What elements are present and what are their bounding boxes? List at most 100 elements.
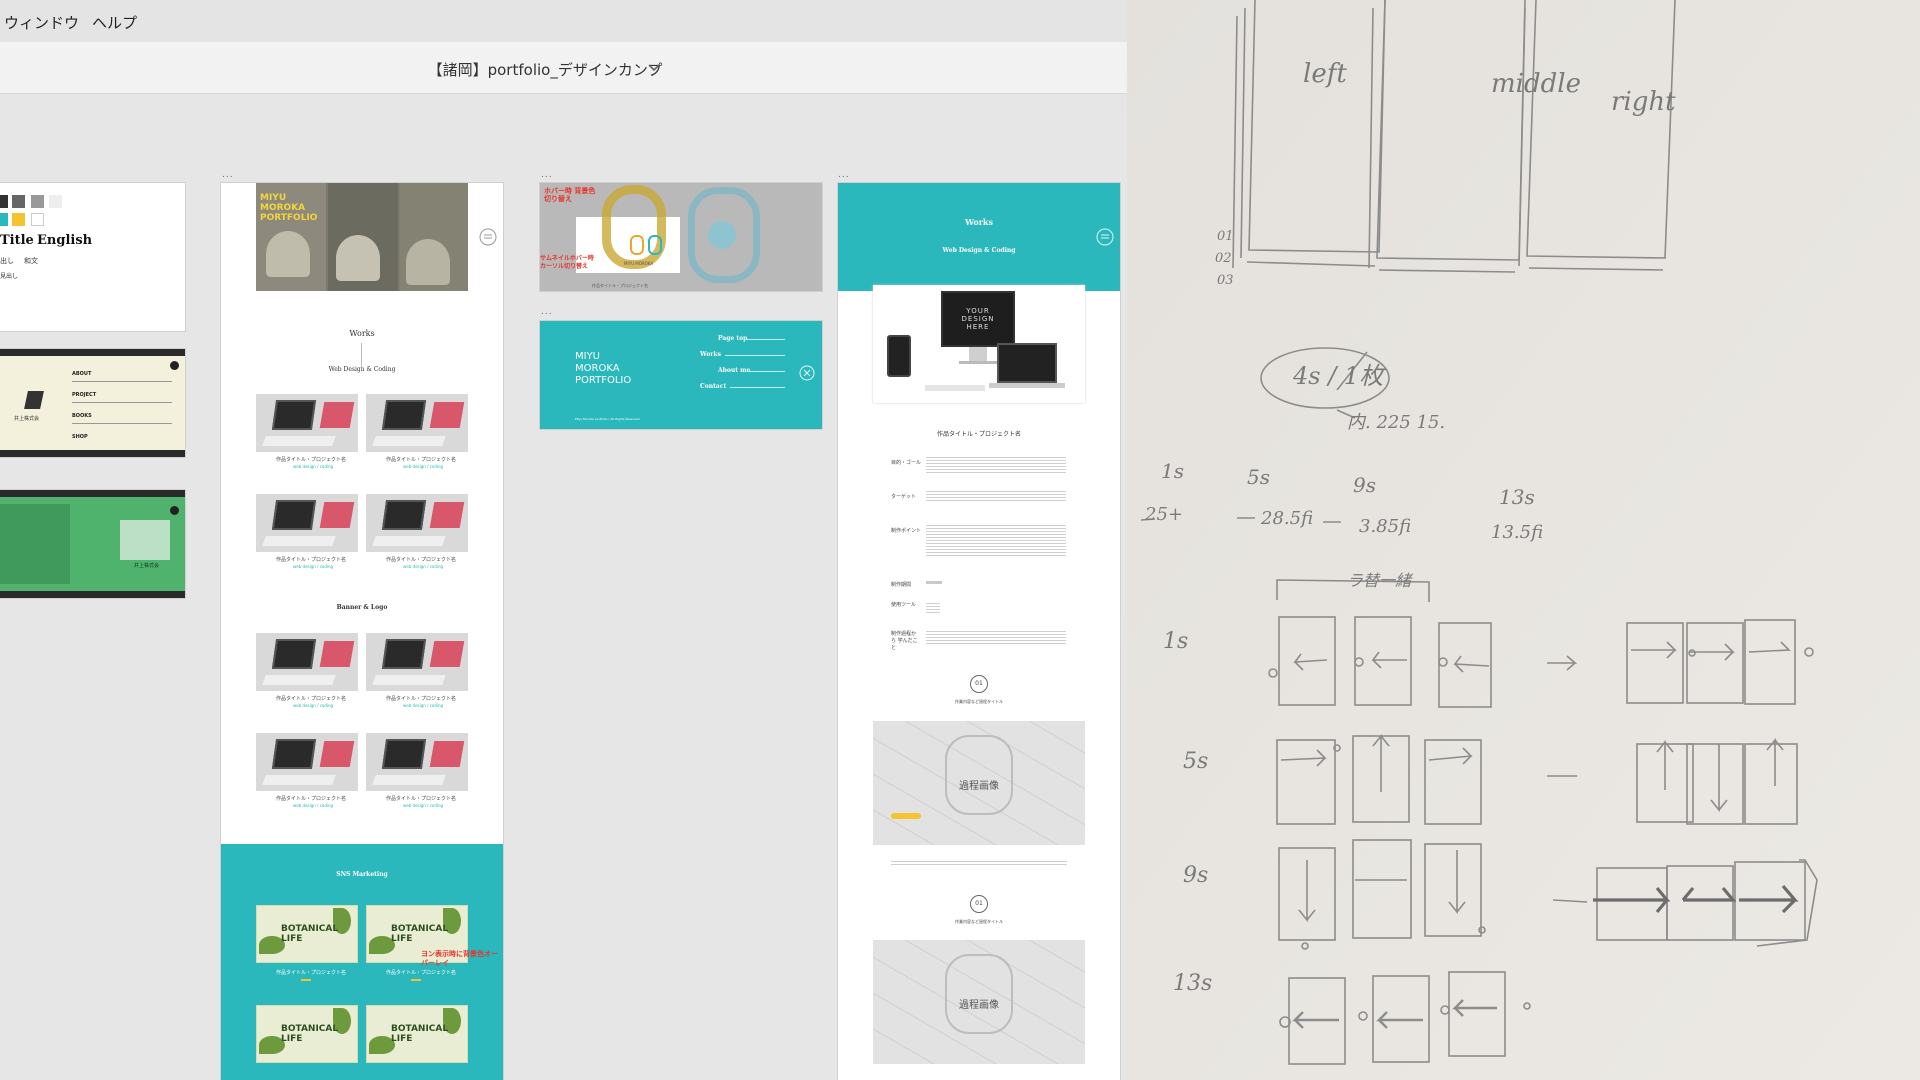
menu-item-help[interactable]: ヘルプ [92, 12, 137, 33]
style-title-label: Title [0, 233, 34, 248]
document-title[interactable]: 【諸岡】portfolio_デザインカンプ [0, 59, 1090, 80]
detail-row-label: 制作期間 [891, 582, 912, 588]
sns-caption: 作品タイトル・プロジェクト名 [276, 970, 347, 976]
work-caption: 作品タイトル・プロジェクト名 [386, 796, 457, 802]
hand-drawn-storyboard: left middle right 01 02 03 4s / 1枚 内. 22… [1127, 0, 1920, 1080]
section-banner-title: Banner & Logo [336, 604, 388, 611]
artboard-thumbnail-cream[interactable]: 井上株式会 ABOUT PROJECT BOOKS SHOP [0, 349, 185, 457]
artboard-work-detail[interactable]: Works Web Design & Coding YOUR DESIGN HE… [838, 183, 1120, 1080]
artboard-top-page[interactable]: MIYU MOROKA PORTFOLIO Works Web Design &… [221, 183, 503, 1080]
sketch-time-value: 25+ [1144, 504, 1183, 525]
close-icon[interactable] [799, 365, 815, 381]
artboard-thumbnail-green[interactable]: 井上株式会 [0, 490, 185, 598]
work-sub: web design / coding [293, 803, 334, 808]
artboard-menu-overlay[interactable]: MIYU MOROKA PORTFOLIO Page top Works Abo… [540, 321, 822, 429]
style-english-label: English [37, 233, 93, 248]
sketch-panel-label: middle [1491, 69, 1581, 99]
artboard-handle[interactable]: ... [541, 170, 553, 180]
artboard-handle[interactable]: ... [541, 307, 553, 317]
sketch-loop-note-sub: 内. 225 15. [1347, 412, 1445, 433]
hover-logo-caption: MIYU MOROKA [624, 261, 654, 266]
chevron-down-icon[interactable] [647, 63, 661, 73]
work-caption: 作品タイトル・プロジェクト名 [276, 557, 347, 563]
sketch-photo: left middle right 01 02 03 4s / 1枚 内. 22… [1127, 0, 1920, 1080]
detail-row-label: 制作過程から 学んだこと [891, 631, 918, 651]
work-thumbnail[interactable] [256, 733, 358, 791]
section-works-sub: Web Design & Coding [328, 366, 396, 373]
work-sub: web design / coding [293, 564, 334, 569]
thumb-logo-text: 井上株式会 [134, 563, 160, 569]
sketch-time-label: 13s [1499, 485, 1535, 509]
artboard-canvas[interactable]: Title English 出し 和文 見出し 井上株式会 ABOUT PROJ… [0, 94, 1127, 1080]
sketch-row-label: 5s [1183, 749, 1208, 774]
detail-row-label: 使用ツール [891, 602, 917, 608]
menu-nav-item[interactable]: Page top [718, 335, 747, 342]
hover-note-left: サムネイルホバー時 カーソル切り替え [540, 255, 594, 270]
artboard-handle[interactable]: ... [838, 170, 850, 180]
sketch-row-label: 9s [1183, 863, 1208, 888]
work-caption: 作品タイトル・プロジェクト名 [276, 796, 347, 802]
detail-row-label: 制作ポイント [891, 528, 922, 534]
sns-thumbnail[interactable]: BOTANICAL LIFE [256, 1005, 358, 1063]
work-thumbnail[interactable] [366, 733, 468, 791]
thumb-logo-text: 井上株式会 [14, 416, 40, 422]
detail-header-sub: Web Design & Coding [942, 247, 1016, 254]
color-swatch [0, 195, 8, 208]
close-icon [170, 506, 179, 515]
work-caption: 作品タイトル・プロジェクト名 [386, 457, 457, 463]
sketch-row-label: 13s [1173, 971, 1212, 996]
work-thumbnail[interactable] [256, 633, 358, 691]
sketch-panel-label: left [1303, 59, 1347, 89]
section-works-title: Works [349, 329, 375, 338]
text-placeholder [926, 581, 942, 584]
color-swatch [31, 195, 44, 208]
menu-nav-item[interactable]: Works [700, 351, 721, 358]
hero-text: MIYU MOROKA PORTFOLIO [260, 193, 318, 223]
sketch-panel-label: right [1611, 87, 1676, 117]
process-step-icon: 01 [970, 895, 988, 913]
menu-icon[interactable] [1096, 228, 1114, 246]
work-sub: web design / coding [403, 564, 444, 569]
work-sub: web design / coding [403, 703, 444, 708]
work-thumbnail[interactable] [366, 394, 468, 452]
artboard-hover-state[interactable]: MIYU MOROKA 作品タイトル・プロジェクト名 ホバー時 背景色切り替え … [540, 183, 822, 291]
text-placeholder [891, 859, 1067, 867]
annotation-note: ヨン表示時に背景色オーバーレイ [421, 950, 498, 967]
close-icon [170, 361, 179, 370]
menu-icon[interactable] [479, 228, 497, 246]
style-heading-label: 出し [0, 257, 14, 265]
text-placeholder [926, 489, 1066, 503]
detail-header-title: Works [965, 217, 993, 227]
menu-bar: ウィンドウ ヘルプ [0, 0, 1127, 42]
work-thumbnail[interactable] [256, 494, 358, 552]
menu-item-window[interactable]: ウィンドウ [4, 12, 79, 33]
color-swatch [12, 213, 25, 226]
style-sub-label: 見出し [0, 273, 19, 280]
text-placeholder [926, 601, 940, 613]
thumb-menu-item: SHOP [72, 434, 88, 440]
menu-logo-line: MOROKA [575, 363, 620, 374]
artboard-style-guide[interactable]: Title English 出し 和文 見出し [0, 183, 185, 331]
sketch-time-value: 3.85fi [1359, 516, 1411, 537]
text-placeholder [926, 629, 1066, 645]
work-thumbnail[interactable] [366, 494, 468, 552]
sketch-time-label: 5s [1247, 465, 1270, 489]
work-sub: web design / coding [293, 703, 334, 708]
sns-caption: 作品タイトル・プロジェクト名 [386, 970, 457, 976]
sns-thumbnail[interactable]: BOTANICAL LIFE [256, 905, 358, 963]
logo-mark [24, 391, 44, 409]
work-sub: web design / coding [403, 803, 444, 808]
process-title: 作業内容など過程タイトル [955, 699, 1003, 704]
work-sub: web design / coding [293, 464, 334, 469]
menu-footer: Miyu Moroka portfolio / All Rights Reser… [575, 417, 640, 421]
menu-nav-item[interactable]: About me [718, 367, 750, 374]
artboard-handle[interactable]: ... [222, 170, 234, 180]
work-caption: 作品タイトル・プロジェクト名 [276, 457, 347, 463]
sketch-loop-note: 4s / 1枚 [1292, 362, 1386, 390]
sns-thumbnail[interactable]: BOTANICAL LIFE [366, 1005, 468, 1063]
work-thumbnail[interactable] [366, 633, 468, 691]
thumb-menu-item: ABOUT [72, 371, 92, 377]
work-thumbnail[interactable] [256, 394, 358, 452]
menu-nav-item[interactable]: Contact [700, 383, 726, 390]
sketch-page-number: 01 [1217, 229, 1234, 244]
